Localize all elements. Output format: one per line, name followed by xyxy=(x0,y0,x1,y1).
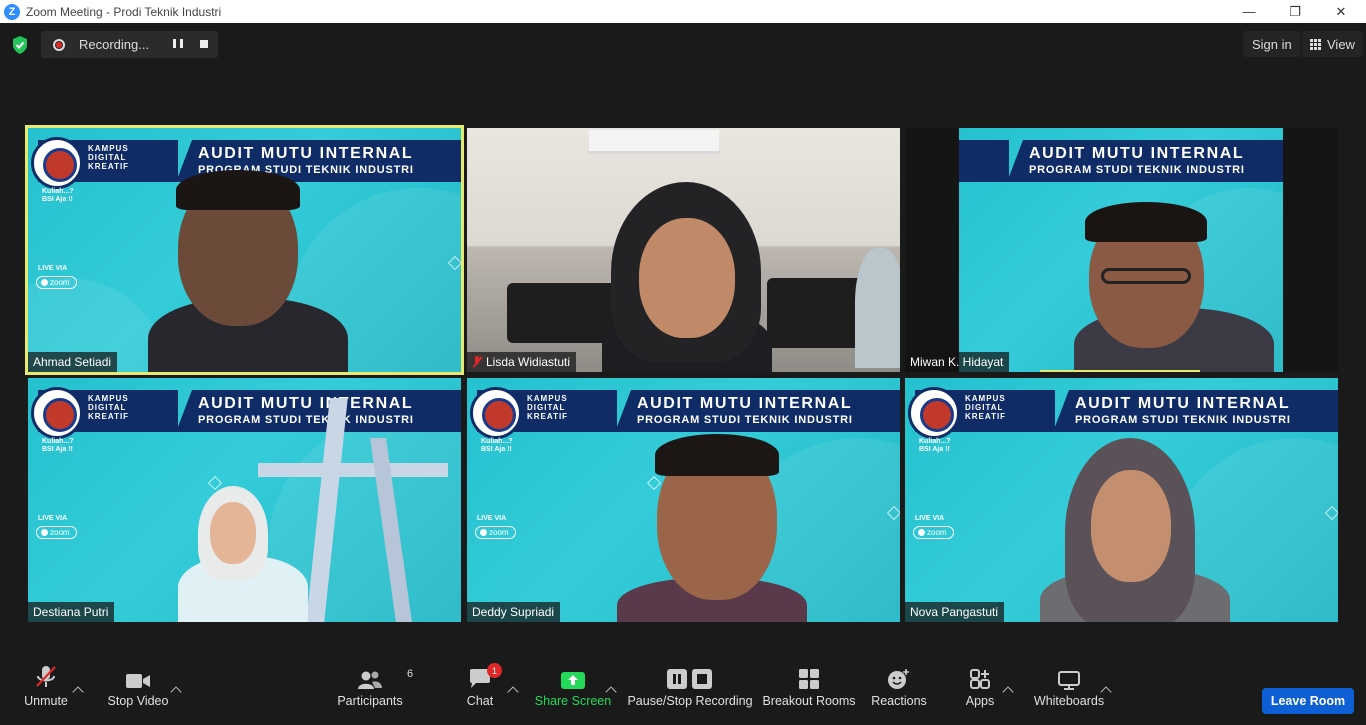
share-screen-icon xyxy=(561,672,585,689)
stop-recording-icon[interactable] xyxy=(200,40,208,48)
banner-title: AUDIT MUTU INTERNAL xyxy=(198,145,414,162)
chat-unread-badge: 1 xyxy=(487,663,502,678)
zoom-app-icon: Z xyxy=(4,3,20,20)
event-banner: KAMPUSDIGITALKREATIF AUDIT MUTU INTERNAL… xyxy=(905,387,1338,439)
video-tile[interactable]: KAMPUSDIGITALKREATIF AUDIT MUTU INTERNAL… xyxy=(25,125,464,375)
minimize-button[interactable]: — xyxy=(1226,0,1272,23)
recording-label: Recording... xyxy=(79,37,150,52)
stop-video-button[interactable]: Stop Video xyxy=(106,660,170,725)
university-seal-icon xyxy=(470,387,522,439)
participant-name: Miwan K. Hidayat xyxy=(905,352,1010,372)
muted-mic-icon xyxy=(36,666,56,687)
participant-name: Destiana Putri xyxy=(28,602,115,622)
pause-stop-recording-button[interactable]: Pause/Stop Recording xyxy=(627,660,753,725)
unmute-button[interactable]: Unmute xyxy=(18,660,74,725)
participant-name: Ahmad Setiadi xyxy=(28,352,118,372)
leave-room-button[interactable]: Leave Room xyxy=(1262,688,1354,714)
pause-recording-icon[interactable] xyxy=(173,39,183,50)
reactions-button[interactable]: Reactions xyxy=(870,660,928,725)
meeting-topbar: Recording... Sign in View xyxy=(0,23,1366,65)
video-tile[interactable]: Lisda Widiastuti xyxy=(467,128,900,372)
apps-options-chevron-icon[interactable] xyxy=(1002,686,1014,698)
video-tile[interactable]: KAMPUSDIGITALKREATIF AUDIT MUTU INTERNAL… xyxy=(28,378,461,622)
event-banner: KAMPUSDIGITALKREATIF AUDIT MUTU INTERNAL… xyxy=(959,140,1283,184)
video-camera-icon xyxy=(126,674,150,688)
event-banner: KAMPUSDIGITALKREATIF AUDIT MUTU INTERNAL… xyxy=(28,387,461,439)
shield-check-icon[interactable] xyxy=(12,36,28,54)
participant-name: Deddy Supriadi xyxy=(467,602,561,622)
participants-button[interactable]: 6 Participants xyxy=(336,660,413,725)
video-options-chevron-icon[interactable] xyxy=(170,686,182,698)
chat-button[interactable]: 1 Chat xyxy=(462,660,502,725)
restore-button[interactable]: ❐ xyxy=(1272,0,1318,23)
participant-name: Nova Pangastuti xyxy=(905,602,1005,622)
recording-indicator: Recording... xyxy=(41,31,218,58)
university-seal-icon xyxy=(31,137,83,189)
muted-mic-icon xyxy=(472,356,482,368)
zoom-logo-icon: zoom xyxy=(36,276,77,289)
apps-icon xyxy=(970,669,990,689)
zoom-logo-icon: zoom xyxy=(475,526,516,539)
reactions-icon xyxy=(888,669,909,689)
breakout-rooms-icon xyxy=(799,669,819,689)
participants-icon xyxy=(358,671,382,689)
event-banner: KAMPUSDIGITALKREATIF AUDIT MUTU INTERNAL… xyxy=(467,387,900,439)
audio-options-chevron-icon[interactable] xyxy=(72,686,84,698)
view-button[interactable]: View xyxy=(1302,31,1363,57)
video-tile[interactable]: KAMPUSDIGITALKREATIF AUDIT MUTU INTERNAL… xyxy=(905,128,1338,372)
close-button[interactable]: ✕ xyxy=(1318,0,1364,23)
university-seal-icon xyxy=(31,387,83,439)
window-titlebar: Z Zoom Meeting - Prodi Teknik Industri —… xyxy=(0,0,1366,23)
participant-name: Lisda Widiastuti xyxy=(467,352,577,372)
video-tile[interactable]: KAMPUSDIGITALKREATIF AUDIT MUTU INTERNAL… xyxy=(905,378,1338,622)
participants-count: 6 xyxy=(407,668,414,680)
meeting-toolbar: Unmute Stop Video 6 Participants 1 Chat … xyxy=(0,660,1366,725)
recording-dot-icon xyxy=(53,38,65,51)
grid-icon xyxy=(1310,38,1321,50)
share-screen-button[interactable]: Share Screen xyxy=(534,660,612,725)
zoom-logo-icon: zoom xyxy=(36,526,77,539)
whiteboard-icon xyxy=(1058,671,1080,690)
window-title: Zoom Meeting - Prodi Teknik Industri xyxy=(26,4,222,19)
university-seal-icon xyxy=(908,387,960,439)
chat-options-chevron-icon[interactable] xyxy=(507,686,519,698)
zoom-logo-icon: zoom xyxy=(913,526,954,539)
view-label: View xyxy=(1327,36,1355,52)
whiteboards-button[interactable]: Whiteboards xyxy=(1032,660,1106,725)
sign-in-button[interactable]: Sign in xyxy=(1243,31,1301,57)
air-conditioner xyxy=(589,130,719,154)
apps-button[interactable]: Apps xyxy=(962,660,998,725)
breakout-rooms-button[interactable]: Breakout Rooms xyxy=(762,660,856,725)
pause-stop-recording-icon xyxy=(667,669,712,689)
video-tile[interactable]: KAMPUSDIGITALKREATIF AUDIT MUTU INTERNAL… xyxy=(467,378,900,622)
